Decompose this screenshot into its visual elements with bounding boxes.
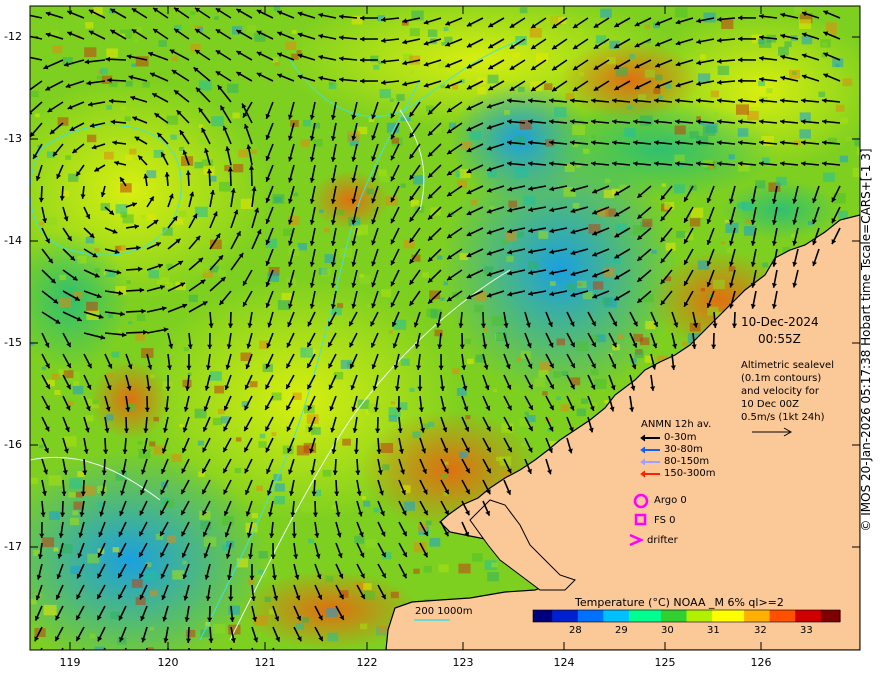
colorbar-cell [571,610,579,622]
depth-legend-label: 200 1000m [415,606,473,617]
colorbar-cell [686,610,694,622]
colorbar-cell [820,610,828,622]
colorbar-cell [552,610,560,622]
colorbar-cell [737,610,745,622]
lat-tick-label: -12 [4,30,22,43]
colorbar-tick: 29 [615,625,628,636]
colorbar-cell [795,610,803,622]
colorbar-cell [597,610,604,622]
colorbar-tick: 30 [661,625,674,636]
colorbar-cell [788,610,796,622]
time-label: 00:55Z [758,332,801,346]
colorbar-cell [558,610,566,622]
colorbar-cell [718,610,726,622]
altimetry-line-1: Altimetric sealevel [741,360,834,371]
colorbar-cell [603,610,611,622]
date-label: 10-Dec-2024 [741,315,819,329]
colorbar-cell [782,610,790,622]
colorbar-cell [763,610,771,622]
colorbar-cell [801,610,809,622]
altimetry-line-5: 0.5m/s (1kt 24h) [741,412,825,423]
colorbar-tick: 33 [800,625,813,636]
colorbar-cell [590,610,598,622]
colorbar-cell [705,610,713,622]
colorbar-tick: 32 [754,625,767,636]
colorbar-cell [680,610,688,622]
colorbar-cell [660,610,668,622]
colorbar-cell [539,610,547,622]
colorbar-cell [744,610,752,622]
colorbar-cell [827,610,835,622]
fs-label: FS 0 [654,515,676,526]
colorbar-cell [699,610,707,622]
colorbar-title: Temperature (°C) NOAA _M 6% ql>=2 [575,596,784,609]
anmn-item-30-80m: 30-80m [664,444,703,455]
colorbar-cell [648,610,656,622]
colorbar-cell [545,610,553,622]
anmn-item-150-300m: 150-300m [664,468,716,479]
colorbar-cell [577,610,585,622]
sst-map [29,5,861,651]
colorbar-tick: 31 [707,625,720,636]
lon-tick-label: 122 [356,656,378,669]
colorbar-cell [673,610,681,622]
lon-tick-label: 121 [254,656,276,669]
lat-tick-label: -16 [4,438,22,451]
lat-tick-label: -13 [4,132,22,145]
altimetry-line-3: and velocity for [741,386,820,397]
colorbar-cell [533,610,540,622]
sea-surface-field [30,6,860,650]
copyright-label: © IMOS 20-Jan-2026 05:17:38 Hobart time … [859,148,873,532]
lon-tick-label: 124 [553,656,575,669]
drifter-label: drifter [647,535,678,546]
colorbar-cell [776,610,783,622]
colorbar-cell [769,610,777,622]
temperature-colorbar [532,609,841,623]
colorbar-cell [616,610,624,622]
argo-label: Argo 0 [654,495,687,506]
colorbar-cell [584,610,592,622]
colorbar-cell [833,610,841,622]
colorbar-cell [654,610,662,622]
lon-tick-label: 125 [654,656,676,669]
lon-tick-label: 119 [59,656,81,669]
colorbar-cell [628,610,636,622]
colorbar-tick: 28 [569,625,582,636]
colorbar-cell [750,610,758,622]
colorbar-cell [635,610,643,622]
colorbar-cell [724,610,732,622]
anmn-item-0-30m: 0-30m [664,432,697,443]
colorbar-cell [731,610,739,622]
altimetry-line-4: 10 Dec 00Z [741,399,800,410]
colorbar-cell [814,610,822,622]
lon-tick-label: 120 [157,656,179,669]
anmn-legend-title: ANMN 12h av. [641,419,712,430]
colorbar-cell [565,610,572,622]
altimetry-line-2: (0.1m contours) [741,373,822,384]
colorbar-cell [609,610,617,622]
lon-tick-label: 126 [750,656,772,669]
anmn-item-80-150m: 80-150m [664,456,710,467]
colorbar-cell [756,610,764,622]
colorbar-cell [808,610,815,622]
colorbar-cell [622,610,630,622]
lon-tick-label: 123 [452,656,474,669]
colorbar-cell [712,610,720,622]
lat-tick-label: -15 [4,336,22,349]
lat-tick-label: -17 [4,540,22,553]
colorbar-cell [692,610,700,622]
colorbar-cell [641,610,649,622]
lat-tick-label: -14 [4,234,22,247]
colorbar-cell [667,610,675,622]
